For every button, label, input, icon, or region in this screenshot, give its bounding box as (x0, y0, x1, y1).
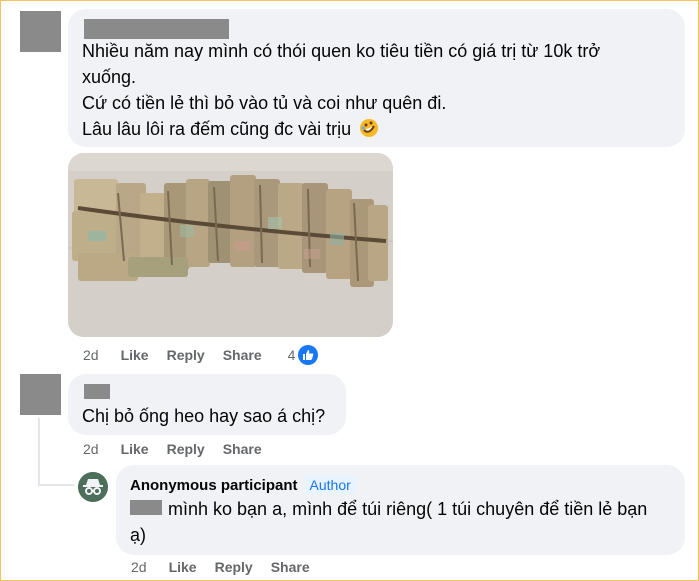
comment-bubble: Anonymous participant Author mình ko bạn… (116, 465, 685, 555)
avatar-redacted[interactable] (20, 11, 61, 52)
thread-connector-curve (38, 484, 74, 486)
author-row: Anonymous participant Author (130, 476, 356, 494)
reply-button[interactable]: Reply (167, 347, 205, 363)
comment-actions: 2d Like Reply Share 4 (83, 345, 319, 365)
comment-timestamp[interactable]: 2d (83, 347, 99, 363)
like-button[interactable]: Like (121, 347, 149, 363)
comment-text-line: ạ) (130, 525, 147, 545)
commenter-name-redacted[interactable] (84, 384, 110, 399)
share-button[interactable]: Share (271, 559, 310, 575)
comment-bubble: Nhiều năm nay mình có thói quen ko tiêu … (68, 9, 685, 147)
comment-bubble: Chị bỏ ống heo hay sao á chị? (68, 374, 346, 435)
share-button[interactable]: Share (223, 347, 262, 363)
reaction-summary[interactable]: 4 (288, 345, 319, 365)
comment-text: Lâu lâu lôi ra đếm cũng đc vài trịu (82, 119, 352, 139)
thread-connector-line (38, 418, 40, 486)
comment-timestamp[interactable]: 2d (131, 559, 147, 575)
like-button[interactable]: Like (169, 559, 197, 575)
comment-text-line: Cứ có tiền lẻ thì bỏ vào tủ và coi như q… (82, 93, 447, 113)
comment-text: Chị bỏ ống heo hay sao á chị? (82, 406, 326, 426)
anonymous-avatar[interactable] (78, 472, 108, 502)
like-reaction-icon (298, 345, 319, 365)
comment-text-line: xuống. (82, 67, 137, 87)
author-name[interactable]: Anonymous participant (130, 477, 298, 494)
reply-button[interactable]: Reply (215, 559, 253, 575)
comment-text-line: Nhiều năm nay mình có thói quen ko tiêu … (82, 41, 601, 61)
incognito-icon (78, 472, 108, 502)
author-badge: Author (304, 476, 356, 494)
reply-button[interactable]: Reply (167, 441, 205, 457)
reaction-count: 4 (287, 347, 296, 363)
comment-text-line: Lâu lâu lôi ra đếm cũng đc vài trịu (82, 116, 379, 143)
comment-actions: 2d Like Reply Share (131, 559, 328, 575)
rolling-on-floor-laughing-icon (360, 119, 379, 137)
commenter-name-redacted[interactable] (84, 19, 229, 39)
comment-text-line: mình ko bạn a, mình để túi riêng( 1 túi … (168, 499, 648, 519)
comment-timestamp[interactable]: 2d (83, 441, 99, 457)
like-button[interactable]: Like (121, 441, 149, 457)
share-button[interactable]: Share (223, 441, 262, 457)
avatar-redacted[interactable] (20, 374, 61, 415)
mention-redacted (130, 500, 162, 515)
attached-photo-banknotes[interactable] (68, 153, 393, 337)
comment-actions: 2d Like Reply Share (83, 441, 280, 457)
